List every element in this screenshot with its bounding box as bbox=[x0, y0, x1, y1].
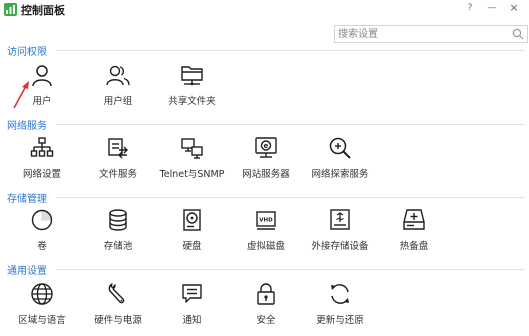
search-icon[interactable] bbox=[512, 28, 524, 40]
search-input[interactable] bbox=[338, 27, 508, 41]
svg-text:e: e bbox=[264, 142, 269, 150]
section-title-general: 通用设置 bbox=[7, 266, 47, 277]
hot-spare-icon bbox=[403, 209, 425, 230]
minimize-button[interactable]: — bbox=[485, 1, 499, 15]
section-divider bbox=[56, 269, 525, 270]
item-volume[interactable]: 卷 bbox=[6, 208, 78, 258]
title-bar: 控制面板 ? — × bbox=[0, 0, 529, 20]
update-restore-icon bbox=[331, 284, 349, 304]
telnet-icon bbox=[181, 138, 203, 159]
item-security[interactable]: 安全 bbox=[230, 282, 302, 332]
svg-text:VHD: VHD bbox=[259, 218, 273, 224]
item-shared-folder[interactable]: 共享文件夹 bbox=[156, 63, 228, 113]
item-storage-pool[interactable]: 存储池 bbox=[82, 208, 154, 258]
item-label: 共享文件夹 bbox=[168, 96, 216, 107]
item-label: 网络探索服务 bbox=[311, 169, 369, 180]
section-title-network: 网络服务 bbox=[7, 121, 47, 132]
web-server-icon: e bbox=[255, 137, 277, 158]
network-discovery-icon bbox=[329, 137, 351, 159]
item-hard-disk[interactable]: 硬盘 bbox=[156, 208, 228, 258]
item-virtual-disk[interactable]: VHD 虚拟磁盘 bbox=[230, 208, 302, 258]
item-telnet-snmp[interactable]: Telnet与SNMP bbox=[156, 136, 228, 186]
window-title: 控制面板 bbox=[21, 4, 65, 17]
globe-icon bbox=[31, 283, 53, 305]
item-file-service[interactable]: 文件服务 bbox=[82, 136, 154, 186]
notification-icon bbox=[182, 284, 202, 303]
section-divider bbox=[56, 197, 525, 198]
item-network-settings[interactable]: 网络设置 bbox=[6, 136, 78, 186]
item-external-storage[interactable]: 外接存储设备 bbox=[304, 208, 376, 258]
item-region-language[interactable]: 区域与语言 bbox=[6, 282, 78, 332]
close-button[interactable]: × bbox=[507, 1, 521, 15]
hard-disk-icon bbox=[183, 209, 201, 231]
section-divider bbox=[56, 50, 525, 51]
item-hot-spare[interactable]: 热备盘 bbox=[378, 208, 450, 258]
item-update-restore[interactable]: 更新与还原 bbox=[304, 282, 376, 332]
item-label: 更新与还原 bbox=[316, 315, 364, 326]
user-group-icon bbox=[106, 65, 130, 86]
shared-folder-icon bbox=[181, 66, 203, 86]
item-user-group[interactable]: 用户组 bbox=[82, 63, 154, 113]
help-button[interactable]: ? bbox=[463, 1, 477, 15]
item-label: 热备盘 bbox=[399, 241, 429, 252]
section-divider bbox=[56, 124, 525, 125]
user-icon bbox=[32, 65, 52, 87]
section-title-access: 访问权限 bbox=[7, 47, 47, 58]
lock-icon bbox=[257, 283, 275, 305]
volume-icon bbox=[31, 209, 53, 231]
annotation-arrow-icon bbox=[13, 81, 29, 109]
file-service-icon bbox=[108, 138, 128, 159]
item-network-discovery[interactable]: 网络探索服务 bbox=[304, 136, 376, 186]
section-title-storage: 存储管理 bbox=[7, 194, 47, 205]
virtual-disk-icon: VHD bbox=[256, 211, 276, 230]
app-logo-icon bbox=[4, 3, 17, 16]
item-notification[interactable]: 通知 bbox=[156, 282, 228, 332]
search-box bbox=[334, 25, 528, 43]
storage-pool-icon bbox=[109, 209, 127, 231]
external-storage-icon bbox=[330, 209, 350, 230]
item-web-server[interactable]: e 网站服务器 bbox=[230, 136, 302, 186]
wrench-icon bbox=[108, 283, 125, 304]
network-icon bbox=[30, 137, 54, 157]
item-hardware-power[interactable]: 硬件与电源 bbox=[82, 282, 154, 332]
